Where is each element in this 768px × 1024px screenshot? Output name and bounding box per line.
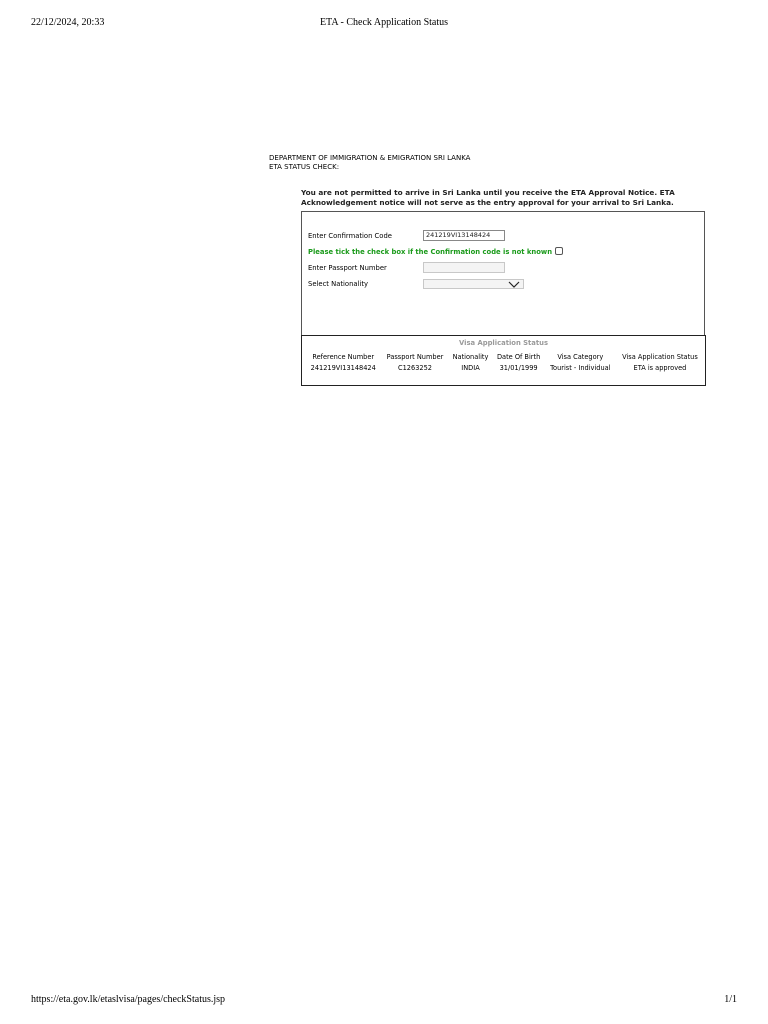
unknown-code-label: Please tick the check box if the Confirm… (308, 248, 553, 256)
print-page-title: ETA - Check Application Status (319, 17, 449, 28)
department-name: DEPARTMENT OF IMMIGRATION & EMIGRATION S… (269, 154, 471, 162)
passport-number-input[interactable] (423, 262, 505, 273)
print-header: 22/12/2024, 20:33 ETA - Check Applicatio… (0, 17, 768, 31)
chevron-down-icon (508, 281, 520, 288)
column-header: Reference Number (312, 352, 375, 361)
column-header: Date Of Birth (496, 352, 541, 361)
reference-number-cell: 241219VI13148424 (310, 363, 376, 372)
column-header: Visa Application Status (622, 352, 698, 361)
table-row: 241219VI13148424 C1263252 INDIA 31/01/19… (305, 362, 704, 373)
visa-category-cell: Tourist - Individual (550, 363, 611, 372)
application-status-cell: ETA is approved (633, 363, 687, 372)
column-header: Nationality (452, 352, 489, 361)
passport-number-cell: C1263252 (398, 363, 432, 372)
column-header: Visa Category (557, 352, 604, 361)
nationality-cell: INDIA (461, 363, 480, 372)
visa-status-panel: Visa Application Status Reference Number… (301, 335, 706, 386)
unknown-code-checkbox[interactable] (555, 247, 563, 255)
nationality-select[interactable] (423, 279, 524, 289)
visa-status-title: Visa Application Status (458, 339, 549, 347)
print-footer: https://eta.gov.lk/etaslvisa/pages/check… (0, 994, 768, 1008)
status-check-form: Enter Confirmation Code 241219VI13148424… (301, 211, 705, 335)
confirmation-code-label: Enter Confirmation Code (308, 232, 392, 240)
date-of-birth-cell: 31/01/1999 (499, 363, 538, 372)
visa-status-table: Reference Number Passport Number Nationa… (305, 351, 704, 373)
nationality-label: Select Nationality (308, 280, 369, 288)
entry-notice: You are not permitted to arrive in Sri L… (301, 188, 675, 207)
page-subtitle: ETA STATUS CHECK: (269, 163, 340, 171)
column-header: Passport Number (386, 352, 444, 361)
print-page-number: 1/1 (724, 994, 737, 1005)
department-header: DEPARTMENT OF IMMIGRATION & EMIGRATION S… (269, 154, 470, 172)
passport-number-label: Enter Passport Number (308, 264, 387, 272)
table-header-row: Reference Number Passport Number Nationa… (305, 351, 704, 362)
print-url: https://eta.gov.lk/etaslvisa/pages/check… (31, 994, 226, 1005)
confirmation-code-input[interactable]: 241219VI13148424 (423, 230, 505, 241)
